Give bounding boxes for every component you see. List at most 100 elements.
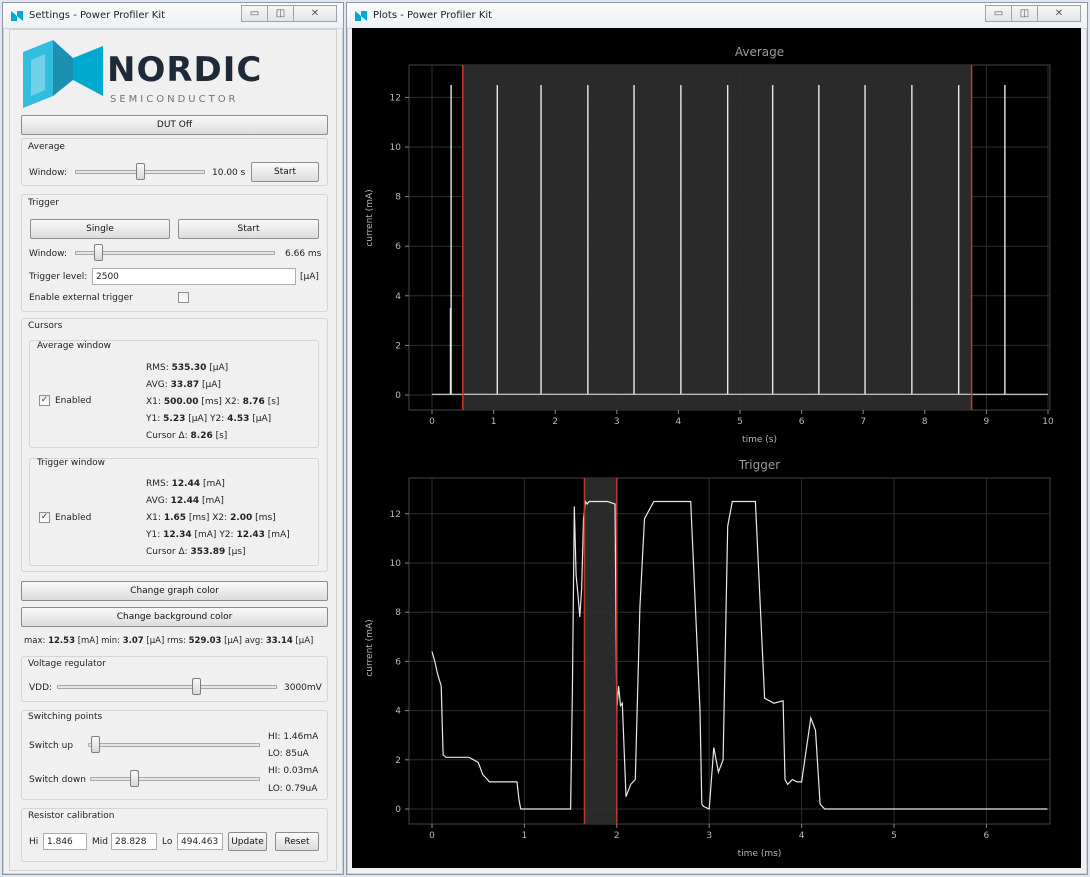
y-tick-label: 8 <box>395 193 401 203</box>
y-tick-label: 8 <box>395 608 401 618</box>
resistor-update-button[interactable]: Update <box>228 832 267 851</box>
close-button[interactable]: ✕ <box>293 5 337 22</box>
vdd-slider-handle[interactable] <box>192 678 202 695</box>
average-start-button[interactable]: Start <box>251 162 319 182</box>
cursor-average-enabled-checkbox[interactable]: ✓ <box>39 395 50 406</box>
switch-down-slider-track[interactable] <box>90 777 260 781</box>
x-tick-label: 4 <box>799 831 805 841</box>
x-tick-label: 6 <box>984 831 990 841</box>
x-tick-label: 8 <box>922 417 928 427</box>
x-tick-label: 4 <box>676 417 682 427</box>
maximize-icon: ◫ <box>1019 8 1030 19</box>
switch-up-lo: LO: 85uA <box>268 749 309 759</box>
external-trigger-checkbox[interactable] <box>178 292 189 303</box>
y-axis-label: current (mA) <box>365 189 375 246</box>
x-tick-label: 2 <box>614 831 620 841</box>
y-tick-label: 0 <box>395 805 401 815</box>
switch-down-hi: HI: 0.03mA <box>268 766 319 776</box>
y-tick-label: 12 <box>390 510 401 520</box>
vdd-value: 3000mV <box>284 683 322 693</box>
cursor-average-stats: RMS: 535.30 [µA] AVG: 33.87 [µA] X1: 500… <box>146 363 280 441</box>
cursor-average-enabled-label: Enabled <box>55 396 92 406</box>
resistor-lo-input[interactable]: 494.463 <box>177 833 223 850</box>
switch-up-slider-handle[interactable] <box>91 736 101 753</box>
trigger-window-slider-track[interactable] <box>75 251 275 255</box>
cursors-group-title: Cursors <box>28 321 63 331</box>
change-graph-color-button[interactable]: Change graph color <box>21 581 328 601</box>
maximize-icon: ◫ <box>275 8 286 19</box>
switch-up-slider-track[interactable] <box>88 743 260 747</box>
resistor-lo-label: Lo <box>162 837 173 847</box>
resistor-mid-input[interactable]: 28.828 <box>111 833 157 850</box>
cursor-average-title: Average window <box>37 341 111 351</box>
maximize-button[interactable]: ◫ <box>267 5 294 22</box>
dut-off-button[interactable]: DUT Off <box>21 115 328 135</box>
resistor-mid-label: Mid <box>92 837 108 847</box>
app-icon <box>355 11 367 21</box>
settings-window-title: Settings - Power Profiler Kit <box>29 10 166 21</box>
trigger-window-label: Window: <box>29 249 68 259</box>
plots-svg[interactable]: Average0 1 2 3 4 5 6 7 8 9 10024681012time (s)curr… <box>352 28 1081 868</box>
y-tick-label: 12 <box>390 93 401 103</box>
vdd-label: VDD: <box>29 683 53 693</box>
chart-title: Average <box>735 45 784 59</box>
nordic-logo: NORDIC SEMICONDUCTOR <box>23 40 261 110</box>
resistor-hi-label: Hi <box>29 837 39 847</box>
resistor-calibration-title: Resistor calibration <box>28 811 115 821</box>
cursor-trigger-enabled-checkbox[interactable]: ✓ <box>39 512 50 523</box>
nordic-logo-sub: SEMICONDUCTOR <box>110 94 239 105</box>
switch-down-label: Switch down <box>29 775 86 785</box>
app-icon <box>11 11 23 21</box>
switch-up-hi: HI: 1.46mA <box>268 732 319 742</box>
plots-titlebar[interactable]: Plots - Power Profiler Kit ▭ ◫ ✕ <box>347 3 1087 29</box>
check-icon: ✓ <box>40 395 49 405</box>
trigger-single-button[interactable]: Single <box>30 219 170 239</box>
x-tick-label: 6 <box>799 417 805 427</box>
minimize-button[interactable]: ▭ <box>985 5 1012 22</box>
switch-up-label: Switch up <box>29 741 74 751</box>
trigger-level-unit: [µA] <box>300 272 319 282</box>
x-axis-label: time (s) <box>742 435 777 445</box>
trigger-window-value: 6.66 ms <box>285 249 322 259</box>
y-tick-label: 6 <box>395 242 401 252</box>
change-background-color-button[interactable]: Change background color <box>21 607 328 627</box>
switch-down-slider-handle[interactable] <box>130 770 140 787</box>
resistor-reset-button[interactable]: Reset <box>275 832 319 851</box>
trigger-level-label: Trigger level: <box>29 272 88 282</box>
cursor-trigger-title: Trigger window <box>37 458 106 468</box>
external-trigger-label: Enable external trigger <box>29 293 133 303</box>
x-tick-label: 0 <box>429 417 435 427</box>
x-axis-label: time (ms) <box>738 849 782 859</box>
x-tick-label: 10 <box>1042 417 1054 427</box>
y-tick-label: 4 <box>395 707 401 717</box>
settings-window: Settings - Power Profiler Kit ▭ ◫ ✕ NORD… <box>2 2 344 875</box>
trigger-start-button[interactable]: Start <box>178 219 319 239</box>
plot-frame <box>408 477 1051 825</box>
cursor-trigger-enabled-label: Enabled <box>55 513 92 523</box>
y-tick-label: 6 <box>395 657 401 667</box>
trigger-group-title: Trigger <box>28 198 60 208</box>
average-group-title: Average <box>28 142 65 152</box>
resistor-hi-input[interactable]: 1.846 <box>43 833 87 850</box>
close-icon: ✕ <box>310 8 320 19</box>
x-tick-label: 1 <box>491 417 497 427</box>
y-tick-label: 2 <box>395 341 401 351</box>
x-tick-label: 1 <box>522 831 528 841</box>
average-window-slider-handle[interactable] <box>135 163 145 180</box>
minimize-button[interactable]: ▭ <box>241 5 268 22</box>
close-button[interactable]: ✕ <box>1037 5 1081 22</box>
x-tick-label: 9 <box>984 417 990 427</box>
maximize-button[interactable]: ◫ <box>1011 5 1038 22</box>
y-tick-label: 10 <box>390 143 402 153</box>
trigger-level-input[interactable]: 2500 <box>92 268 296 285</box>
y-tick-label: 0 <box>395 391 401 401</box>
voltage-regulator-title: Voltage regulator <box>28 659 106 669</box>
average-window-label: Window: <box>29 168 68 178</box>
cursor-trigger-stats: RMS: 12.44 [mA] AVG: 12.44 [mA] X1: 1.65… <box>146 479 290 557</box>
vdd-slider-track[interactable] <box>57 685 277 689</box>
nordic-logo-brand: NORDIC <box>107 50 263 90</box>
switch-down-lo: LO: 0.79uA <box>268 784 318 794</box>
y-tick-label: 10 <box>390 559 402 569</box>
settings-titlebar[interactable]: Settings - Power Profiler Kit ▭ ◫ ✕ <box>3 3 343 29</box>
trigger-window-slider-handle[interactable] <box>94 244 104 261</box>
